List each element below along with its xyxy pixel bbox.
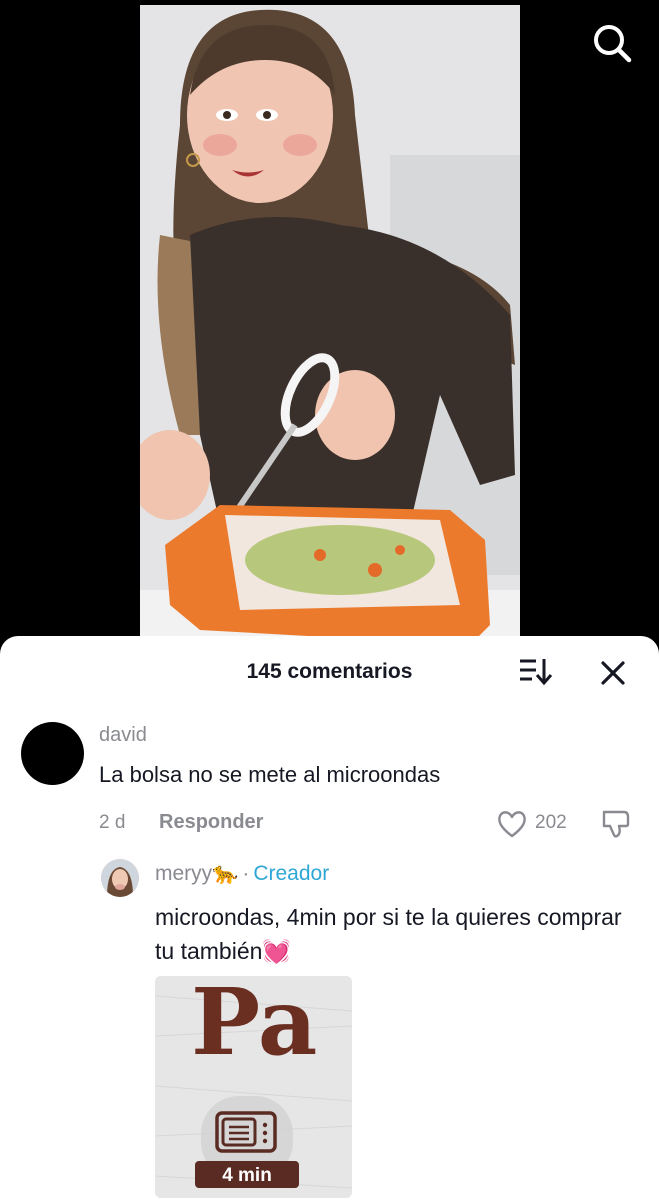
separator: · <box>242 862 250 885</box>
comment-date: 2 d <box>99 812 126 833</box>
reply-name-row: meryy🐆 · Creador <box>155 862 329 886</box>
video-frame[interactable] <box>140 5 520 660</box>
leopard-emoji: 🐆 <box>212 862 239 885</box>
heart-icon[interactable] <box>496 808 528 840</box>
comments-sheet: 145 comentarios david La bolsa no se met… <box>0 636 659 1200</box>
creator-avatar[interactable] <box>101 859 139 897</box>
comments-header: 145 comentarios <box>0 636 659 710</box>
like-count: 202 <box>535 812 567 833</box>
creator-badge: Creador <box>253 862 330 885</box>
comment-count: 145 comentarios <box>246 660 413 683</box>
reply-image[interactable]: Pa 4 min <box>155 976 352 1198</box>
reply-text: microondas, 4min por si te la quieres co… <box>155 904 622 964</box>
reply-username[interactable]: meryy <box>155 862 212 885</box>
search-icon[interactable] <box>591 22 633 64</box>
avatar[interactable] <box>21 722 84 785</box>
reply-text-block: microondas, 4min por si te la quieres co… <box>155 900 635 968</box>
reply-button[interactable]: Responder <box>159 811 263 834</box>
time-label: 4 min <box>222 1165 272 1186</box>
comment-text: La bolsa no se mete al microondas <box>99 762 441 787</box>
comment-username[interactable]: david <box>99 724 147 747</box>
heart-emoji: 💓 <box>262 938 292 964</box>
dislike-icon[interactable] <box>600 808 634 840</box>
video-still <box>140 5 520 660</box>
brand-text: Pa <box>191 976 317 1076</box>
sort-icon[interactable] <box>517 656 553 688</box>
close-icon[interactable] <box>598 658 628 688</box>
video-player[interactable] <box>0 0 659 660</box>
